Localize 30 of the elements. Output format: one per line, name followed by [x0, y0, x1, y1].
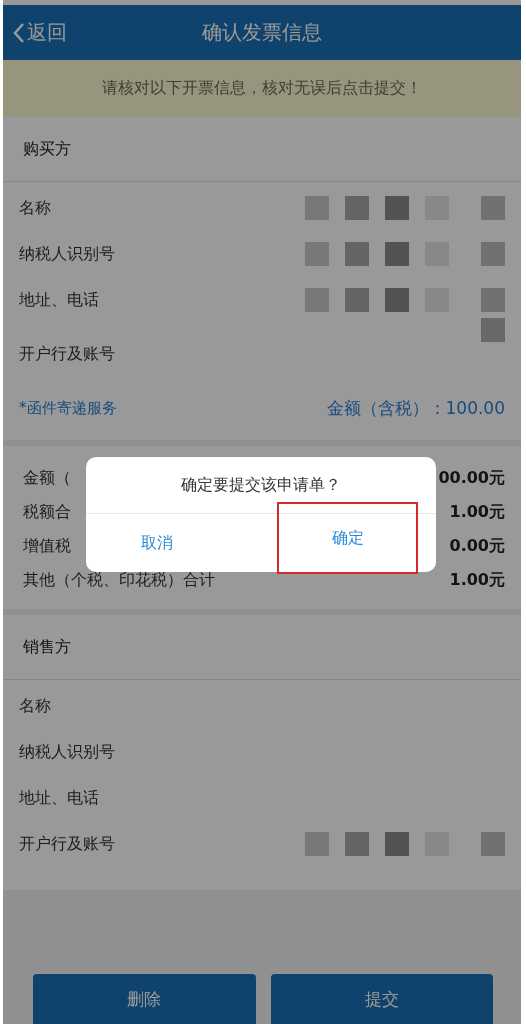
back-icon	[13, 21, 25, 44]
total-label: 其他（个税、印花税）合计	[23, 570, 215, 591]
page-title: 确认发票信息	[202, 20, 322, 44]
action-button[interactable]: 删除	[33, 974, 256, 1024]
action-button[interactable]: 提交	[270, 974, 493, 1024]
section-title: 销售方	[23, 636, 71, 658]
service-name: *函件寄递服务	[19, 398, 117, 418]
pixelated-value	[481, 318, 505, 342]
field-label: 名称	[19, 695, 51, 717]
total-label: 增值税	[23, 536, 71, 557]
dialog-message: 确定要提交该申请单？	[181, 474, 341, 496]
notice-banner: 请核对以下开票信息，核对无误后点击提交！	[3, 60, 521, 117]
total-value: 1.00元	[449, 570, 505, 591]
field-label: 纳税人识别号	[19, 741, 115, 763]
total-value: 00.00元	[438, 468, 505, 489]
total-value: 1.00元	[449, 502, 505, 523]
field-label: 开户行及账号	[19, 343, 115, 365]
field-label: 地址、电话	[19, 787, 99, 809]
dialog-button[interactable]: 确定	[277, 502, 418, 574]
total-label: 金额（	[23, 468, 71, 489]
total-label: 税额合	[23, 502, 71, 523]
field-label: 名称	[19, 197, 51, 219]
field-label: 开户行及账号	[19, 833, 115, 855]
back-button[interactable]: 返回	[3, 19, 77, 46]
amount-text: 金额（含税）：100.00	[326, 396, 505, 420]
field-label: 纳税人识别号	[19, 243, 115, 265]
dialog-button[interactable]: 取消	[86, 514, 227, 572]
field-label: 地址、电话	[19, 289, 99, 311]
section-title: 购买方	[23, 138, 71, 160]
total-value: 0.00元	[449, 536, 505, 557]
